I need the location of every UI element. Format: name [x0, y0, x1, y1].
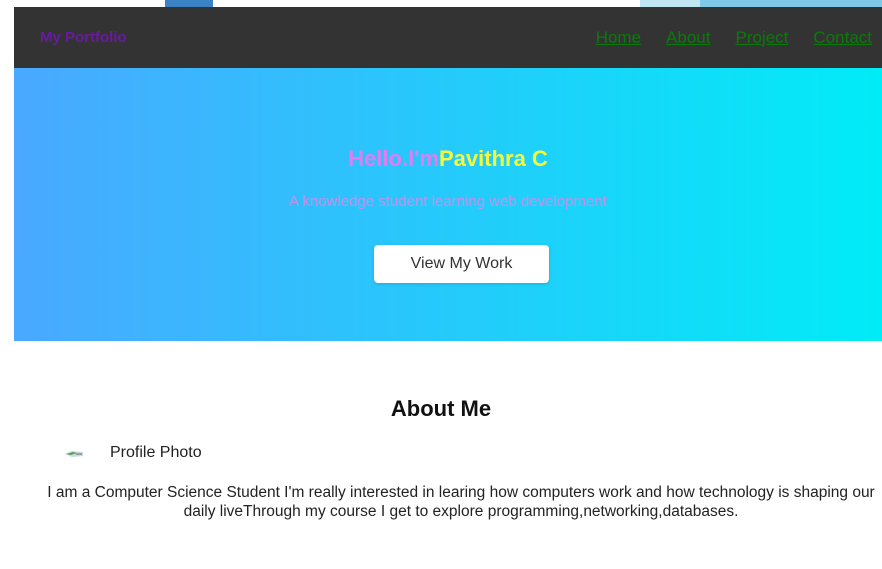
hero-subtitle: A knowledge student learning web develop…	[289, 193, 607, 210]
nav-link-project[interactable]: Project	[735, 28, 788, 48]
profile-photo-alt-text: Profile Photo	[110, 444, 202, 461]
nav-links: Home About Project Contact	[596, 28, 872, 48]
brand-logo[interactable]: My Portfolio	[40, 29, 127, 46]
navbar: My Portfolio Home About Project Contact	[14, 7, 882, 68]
profile-photo: Profile Photo	[63, 444, 202, 462]
top-strip-blue-block	[165, 0, 213, 7]
about-title: About Me	[390, 396, 492, 421]
hero-name: Pavithra C	[438, 146, 548, 171]
top-strip-light-block-2	[700, 0, 882, 7]
browser-top-strip	[0, 0, 882, 7]
hero-hello: Hello.I'm	[348, 146, 439, 171]
hero-section: Hello.I'mPavithra C A knowledge student …	[14, 68, 882, 341]
nav-link-home[interactable]: Home	[596, 28, 641, 48]
about-paragraph: I am a Computer Science Student I'm real…	[47, 484, 875, 520]
nav-link-about[interactable]: About	[666, 28, 710, 48]
hero-title: Hello.I'mPavithra C	[14, 146, 882, 172]
view-my-work-button[interactable]: View My Work	[374, 245, 549, 283]
nav-link-contact[interactable]: Contact	[813, 28, 872, 48]
broken-image-icon	[65, 451, 83, 457]
